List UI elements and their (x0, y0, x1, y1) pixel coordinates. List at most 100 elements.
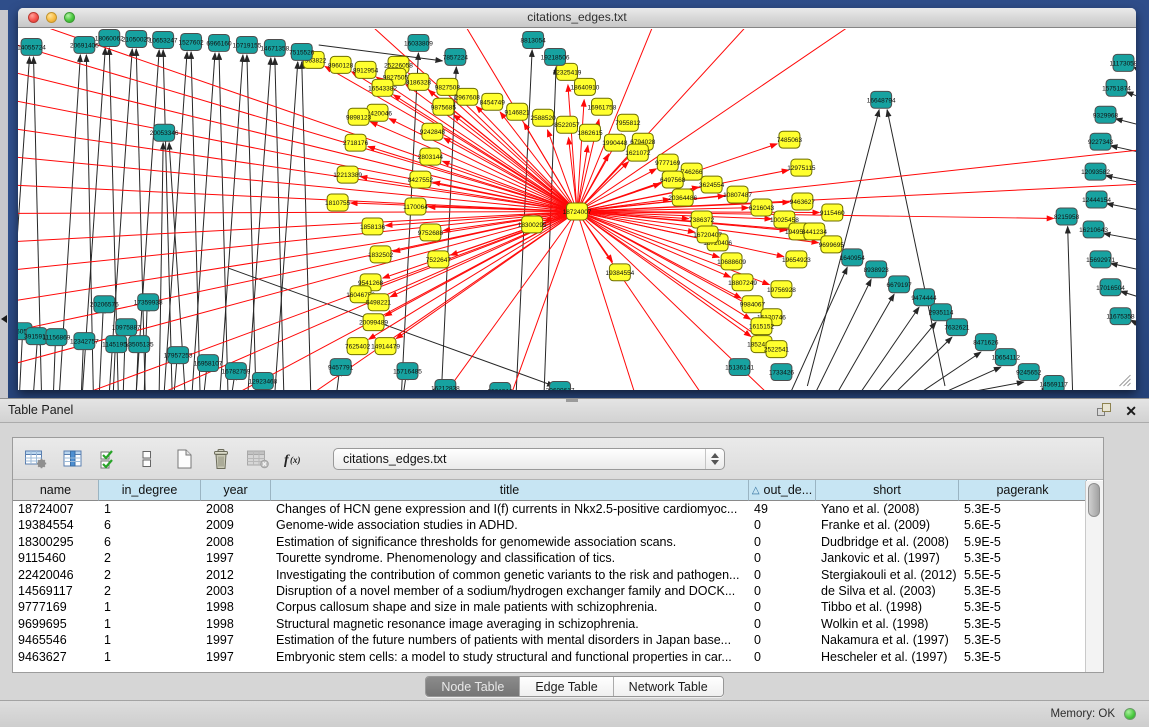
network-node[interactable]: 12975115 (787, 159, 816, 176)
column-header-in_degree[interactable]: in_degree (99, 480, 201, 501)
network-node[interactable]: 1810755 (325, 194, 351, 211)
table-row[interactable]: 969969511998Structural magnetic resonanc… (13, 616, 1103, 632)
tab-network-table[interactable]: Network Table (614, 677, 723, 696)
network-node[interactable]: 17016504 (1096, 279, 1125, 296)
table-settings-button[interactable] (23, 446, 49, 472)
tab-node-table[interactable]: Node Table (426, 677, 520, 696)
network-node[interactable]: 1621072 (625, 144, 651, 161)
network-node[interactable]: 18807249 (728, 274, 757, 291)
network-node[interactable]: 1832502 (368, 246, 394, 263)
network-node[interactable]: 6216043 (749, 199, 775, 216)
column-header-title[interactable]: title (271, 480, 749, 501)
window-resize-grip-icon[interactable] (1119, 375, 1130, 386)
network-node[interactable]: 21050025 (122, 30, 151, 47)
network-node[interactable]: 2935114 (929, 304, 954, 321)
network-node[interactable]: 1990448 (602, 134, 628, 151)
network-node[interactable]: 2967608 (455, 88, 481, 105)
column-header-name[interactable]: name (13, 480, 99, 501)
network-node[interactable]: 19756928 (767, 281, 796, 298)
network-node[interactable]: 2588520 (531, 109, 557, 126)
column-header-short[interactable]: short (816, 480, 959, 501)
delete-table-button[interactable] (245, 446, 271, 472)
scrollbar-thumb[interactable] (1088, 483, 1100, 517)
network-node[interactable]: 7857224 (443, 48, 469, 65)
network-node[interactable]: 10688609 (717, 253, 746, 270)
network-node[interactable]: 18300295 (518, 216, 547, 233)
splitter-grip[interactable] (566, 399, 578, 402)
network-node[interactable]: 8427552 (408, 171, 434, 188)
table-row[interactable]: 1872400712008Changes of HCN gene express… (13, 501, 1103, 517)
table-row[interactable]: 946554611997Estimation of the future num… (13, 632, 1103, 648)
network-node[interactable]: 7632621 (944, 319, 970, 336)
network-node[interactable]: 9245652 (1016, 364, 1042, 381)
show-column-button[interactable] (60, 446, 86, 472)
network-node[interactable]: 18640910 (571, 78, 600, 95)
network-node[interactable]: 17359938 (134, 294, 163, 311)
network-node[interactable]: 9227343 (1088, 133, 1114, 150)
column-header-out_de[interactable]: △out_de... (749, 480, 816, 501)
network-node[interactable]: 1858136 (360, 218, 386, 235)
network-node[interactable]: 3624554 (699, 176, 725, 193)
network-node[interactable]: 20099489 (359, 314, 388, 331)
network-node[interactable]: 6966160 (206, 34, 232, 51)
network-node[interactable]: 8912954 (353, 61, 379, 78)
network-node[interactable]: 2718176 (343, 134, 369, 151)
network-node[interactable]: 8471626 (973, 334, 999, 351)
network-node[interactable]: 8215958 (1054, 208, 1080, 225)
network-node[interactable]: 5498221 (366, 294, 392, 311)
network-node[interactable]: 15716485 (393, 363, 422, 380)
network-node[interactable]: 16958107 (194, 355, 223, 372)
network-node[interactable]: 6679197 (887, 276, 913, 293)
network-node[interactable]: 12923468 (248, 373, 277, 390)
network-node[interactable]: 20206576 (90, 296, 119, 313)
network-canvas[interactable]: 1872400779638228960128891295425226058982… (18, 29, 1136, 390)
network-node[interactable]: 18060062 (95, 29, 124, 46)
network-node[interactable]: 10719155 (233, 36, 262, 53)
network-node[interactable]: 14671358 (260, 39, 289, 56)
network-node[interactable]: 12444154 (1082, 191, 1111, 208)
network-node[interactable]: 15136141 (725, 359, 754, 376)
network-node[interactable]: 1615152 (749, 318, 775, 335)
network-node[interactable]: 9501519 (488, 383, 514, 390)
network-node[interactable]: 8522057 (554, 116, 580, 133)
network-node[interactable]: 9463627 (790, 193, 816, 210)
table-row[interactable]: 2242004622012Investigating the contribut… (13, 567, 1103, 583)
table-row[interactable]: 911546021997Tourette syndrome. Phenomeno… (13, 550, 1103, 566)
network-node[interactable]: 7515526 (289, 43, 315, 60)
network-node[interactable]: 1733426 (769, 364, 795, 381)
network-node[interactable]: 1527602 (178, 33, 204, 50)
network-node[interactable]: 9875685 (431, 98, 457, 115)
network-node[interactable]: 16543382 (368, 79, 397, 96)
network-node[interactable]: 8960128 (328, 56, 354, 73)
network-node[interactable]: 10654112 (992, 349, 1021, 366)
network-node[interactable]: 2522541 (764, 341, 790, 358)
network-node[interactable]: 18724007 (563, 203, 592, 220)
network-node[interactable]: 17957253 (164, 347, 193, 364)
column-header-year[interactable]: year (201, 480, 271, 501)
network-node[interactable]: 14914479 (371, 338, 400, 355)
panel-collapse-arrow-icon[interactable] (1, 315, 7, 323)
function-builder-button[interactable]: f (x) (282, 446, 308, 472)
network-node[interactable]: 11675358 (1106, 308, 1135, 325)
network-node[interactable]: 19384554 (605, 264, 634, 281)
minimize-window-button[interactable] (46, 12, 57, 23)
network-node[interactable]: 20609617 (546, 382, 575, 390)
table-row[interactable]: 1938455462009Genome-wide association stu… (13, 517, 1103, 533)
network-node[interactable]: 10975887 (112, 319, 141, 336)
table-row[interactable]: 1830029562008Estimation of significance … (13, 534, 1103, 550)
network-canvas-svg[interactable]: 1872400779638228960128891295425226058982… (18, 29, 1136, 390)
network-node[interactable]: 12325419 (553, 63, 582, 80)
network-node[interactable]: 10653247 (149, 31, 178, 48)
table-selector-dropdown[interactable]: citations_edges.txt (333, 448, 725, 470)
network-node[interactable]: 1640954 (840, 249, 866, 266)
tab-edge-table[interactable]: Edge Table (520, 677, 613, 696)
network-node[interactable]: 8813054 (521, 31, 547, 48)
network-window-titlebar[interactable]: citations_edges.txt (18, 8, 1136, 28)
network-node[interactable]: 20053346 (150, 124, 179, 141)
network-node[interactable]: 15751874 (1102, 79, 1131, 96)
network-node[interactable]: 9457791 (328, 359, 354, 376)
network-node[interactable]: 14055724 (18, 38, 46, 55)
network-node[interactable]: 11156869 (43, 329, 71, 346)
network-node[interactable]: 12342757 (70, 333, 99, 350)
network-node[interactable]: 9752688 (418, 224, 444, 241)
